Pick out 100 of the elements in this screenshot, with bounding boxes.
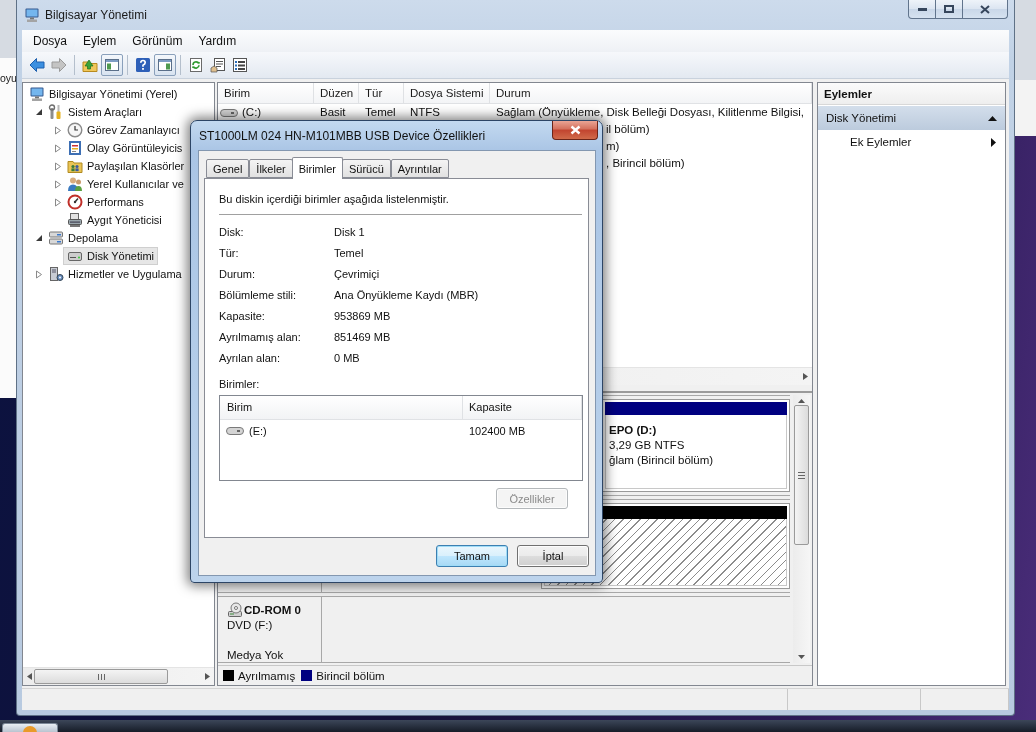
property-label: Disk:: [219, 225, 245, 238]
tab[interactable]: Ayrıntılar: [390, 159, 449, 178]
table-cell-text: , Birincil bölüm): [606, 156, 685, 171]
refresh-icon: [188, 57, 204, 73]
collapsed-arrow-icon[interactable]: [35, 269, 43, 279]
collapsed-arrow-icon[interactable]: [54, 125, 62, 135]
dialog-button[interactable]: Tamam: [436, 545, 508, 567]
cd-drive-icon: [227, 602, 243, 618]
computer-icon: [24, 7, 40, 23]
actions-title: Eylemler: [818, 83, 1005, 105]
right-arrow-icon: [803, 373, 808, 380]
property-value: Disk 1: [334, 225, 365, 238]
column-header[interactable]: Kapasite: [463, 396, 582, 419]
expanded-arrow-icon[interactable]: [35, 234, 43, 242]
collapsed-arrow-icon[interactable]: [54, 143, 62, 153]
column-header[interactable]: Birim: [220, 396, 463, 419]
partition-block[interactable]: EPO (D:) 3,29 GB NTFS ğlam (Birincil bölüm): [602, 399, 790, 492]
property-label: Ayrılmamış alan:: [219, 330, 302, 343]
property-value: Çevrimiçi: [334, 267, 380, 280]
folder-icon: [67, 158, 83, 174]
menu-item[interactable]: Dosya: [25, 30, 75, 52]
horizontal-scrollbar[interactable]: [23, 667, 214, 685]
column-header[interactable]: Birim: [218, 83, 314, 103]
maximize-button[interactable]: [936, 0, 963, 19]
tree-item[interactable]: Paylaşılan Klasörler: [63, 157, 189, 175]
folder-up-icon: [82, 57, 98, 73]
log-book-icon: [67, 140, 83, 156]
table-cell-text: Temel: [365, 105, 396, 120]
dialog-button[interactable]: İptal: [517, 545, 589, 567]
drive-icon: [220, 107, 238, 118]
table-cell: (E:): [249, 423, 267, 438]
tab[interactable]: Sürücü: [342, 159, 391, 178]
vertical-scrollbar[interactable]: [793, 395, 810, 663]
down-arrow-icon: [798, 655, 805, 659]
minimize-icon: [917, 7, 927, 11]
property-value: Ana Önyükleme Kaydı (MBR): [334, 288, 479, 301]
property-label: Tür:: [219, 246, 240, 259]
close-button[interactable]: [552, 121, 598, 140]
grip-icon: [798, 471, 805, 479]
column-header[interactable]: Dosya Sistemi: [404, 83, 490, 103]
collapsed-arrow-icon[interactable]: [54, 197, 62, 207]
collapsed-arrow-icon[interactable]: [54, 179, 62, 189]
minimize-button[interactable]: [908, 0, 936, 19]
tab[interactable]: İlkeler: [249, 159, 293, 178]
users-icon: [67, 176, 83, 192]
property-label: Ayrılan alan:: [219, 351, 281, 364]
action-section[interactable]: Disk Yönetimi: [818, 106, 1005, 130]
property-value: 851469 MB: [334, 330, 391, 343]
tree-item[interactable]: Hizmetler ve Uygulama: [44, 265, 186, 283]
table-cell-text: il bölüm): [606, 122, 650, 137]
tree-item[interactable]: Aygıt Yöneticisi: [63, 211, 166, 229]
storage-icon: [48, 230, 64, 246]
menu-item[interactable]: Eylem: [75, 30, 125, 52]
menu-item[interactable]: Görünüm: [124, 30, 191, 52]
close-button[interactable]: [963, 0, 1008, 19]
grip-icon: [97, 673, 105, 680]
table-cell: 102400 MB: [469, 423, 526, 438]
disk-media: Medya Yok: [227, 648, 285, 663]
table-cell-text: Sağlam (Önyükleme, Disk Belleği Dosyası, Kilitlenme Bilgisi,: [496, 105, 805, 120]
action-item[interactable]: Ek Eylemler: [818, 130, 1005, 154]
column-header[interactable]: Durum: [490, 83, 812, 103]
tree-item[interactable]: Depolama: [44, 229, 123, 247]
collapsed-arrow-icon[interactable]: [54, 161, 62, 171]
tools-icon: [48, 104, 64, 120]
printer-icon: [67, 212, 83, 228]
property-value: 0 MB: [334, 351, 360, 364]
drive-icon: [226, 425, 244, 436]
left-arrow-icon: [29, 57, 45, 73]
right-arrow-icon: [51, 57, 67, 73]
disk-drive: DVD (F:): [227, 618, 274, 633]
window-title: Bilgisayar Yönetimi: [45, 7, 147, 24]
column-header[interactable]: Düzen: [314, 83, 359, 103]
help-icon: [135, 57, 151, 73]
tree-item[interactable]: Sistem Araçları: [44, 103, 146, 121]
tree-item[interactable]: Yerel Kullanıcılar ve: [63, 175, 188, 193]
partition-status: ğlam (Birincil bölüm): [609, 453, 715, 468]
table-cell-text: Basit: [320, 105, 346, 120]
tree-item[interactable]: Disk Yönetimi: [63, 247, 159, 265]
property-label: Kapasite:: [219, 309, 266, 322]
property-value: 953869 MB: [334, 309, 391, 322]
scroll-thumb[interactable]: [794, 405, 809, 545]
clock-icon: [67, 122, 83, 138]
menu-item[interactable]: Yardım: [190, 30, 245, 52]
computer-icon: [29, 86, 45, 102]
orb-icon: [23, 726, 37, 732]
tree-item[interactable]: Görev Zamanlayıcı: [63, 121, 184, 139]
tree-item[interactable]: Performans: [63, 193, 148, 211]
pane-toggle-button[interactable]: [154, 54, 176, 76]
table-cell-text: (C:): [242, 105, 262, 120]
expanded-arrow-icon[interactable]: [35, 108, 43, 116]
pane-toggle-button[interactable]: [101, 54, 123, 76]
scroll-thumb[interactable]: [34, 669, 168, 684]
property-label: Bölümleme stili:: [219, 288, 298, 301]
tree-item[interactable]: Bilgisayar Yönetimi (Yerel): [25, 85, 182, 103]
tab[interactable]: Genel: [206, 159, 250, 178]
tree-item[interactable]: Olay Görüntüleyicis: [63, 139, 187, 157]
maximize-icon: [944, 5, 954, 13]
column-header[interactable]: Tür: [359, 83, 404, 103]
tab[interactable]: Birimler: [291, 157, 343, 179]
start-button[interactable]: [2, 723, 58, 732]
